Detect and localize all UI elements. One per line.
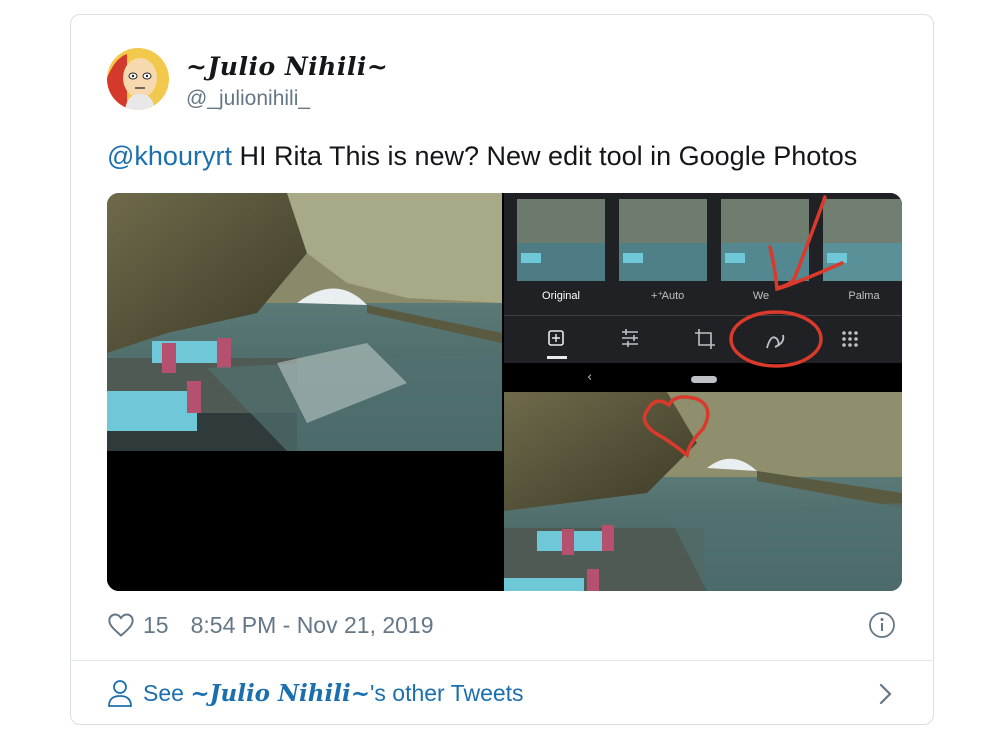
heart-icon[interactable] xyxy=(107,611,135,639)
avatar[interactable] xyxy=(107,48,169,110)
back-chevron-icon[interactable]: ‹ xyxy=(587,370,592,385)
filter-palma-label[interactable]: Palma xyxy=(848,290,880,302)
like-count[interactable]: 15 xyxy=(143,612,169,639)
tweet-card: ~Julio Nihili~ @_julionihili_ @khouryrt … xyxy=(70,14,934,725)
filter-auto-label[interactable]: Auto xyxy=(662,290,685,302)
see-prefix: See xyxy=(143,679,184,706)
filter-original-label[interactable]: Original xyxy=(542,290,580,302)
tweet-text: @khouryrt HI Rita This is new? New edit … xyxy=(107,141,857,172)
more-grid-icon[interactable] xyxy=(842,331,858,347)
photo-waterfall-left[interactable] xyxy=(107,193,502,591)
photo-waterfall-right[interactable] xyxy=(504,392,902,591)
display-name[interactable]: ~Julio Nihili~ xyxy=(186,52,388,81)
see-other-tweets-link[interactable]: See ~Julio Nihili~'s other Tweets xyxy=(107,679,524,707)
media-grid[interactable]: Original +⁺ Auto We Palma ‹ xyxy=(107,193,902,591)
tweet-timestamp[interactable]: 8:54 PM - Nov 21, 2019 xyxy=(191,612,434,639)
see-name: ~Julio Nihili~ xyxy=(190,679,370,707)
tweet-body: HI Rita This is new? New edit tool in Go… xyxy=(231,141,858,171)
adjust-icon[interactable] xyxy=(622,329,638,347)
user-handle[interactable]: @_julionihili_ xyxy=(186,87,310,111)
home-pill-icon[interactable] xyxy=(691,376,717,383)
divider xyxy=(71,660,933,661)
person-icon xyxy=(108,680,132,707)
photo-editor-screenshot[interactable]: Original +⁺ Auto We Palma ‹ xyxy=(504,193,902,389)
see-suffix: 's other Tweets xyxy=(370,679,524,706)
tweet-meta: 15 8:54 PM - Nov 21, 2019 xyxy=(107,611,434,639)
chevron-right-icon[interactable] xyxy=(875,679,897,709)
filter-we-label[interactable]: We xyxy=(753,290,769,302)
info-icon[interactable] xyxy=(867,610,897,640)
mention-link[interactable]: @khouryrt xyxy=(107,141,232,171)
